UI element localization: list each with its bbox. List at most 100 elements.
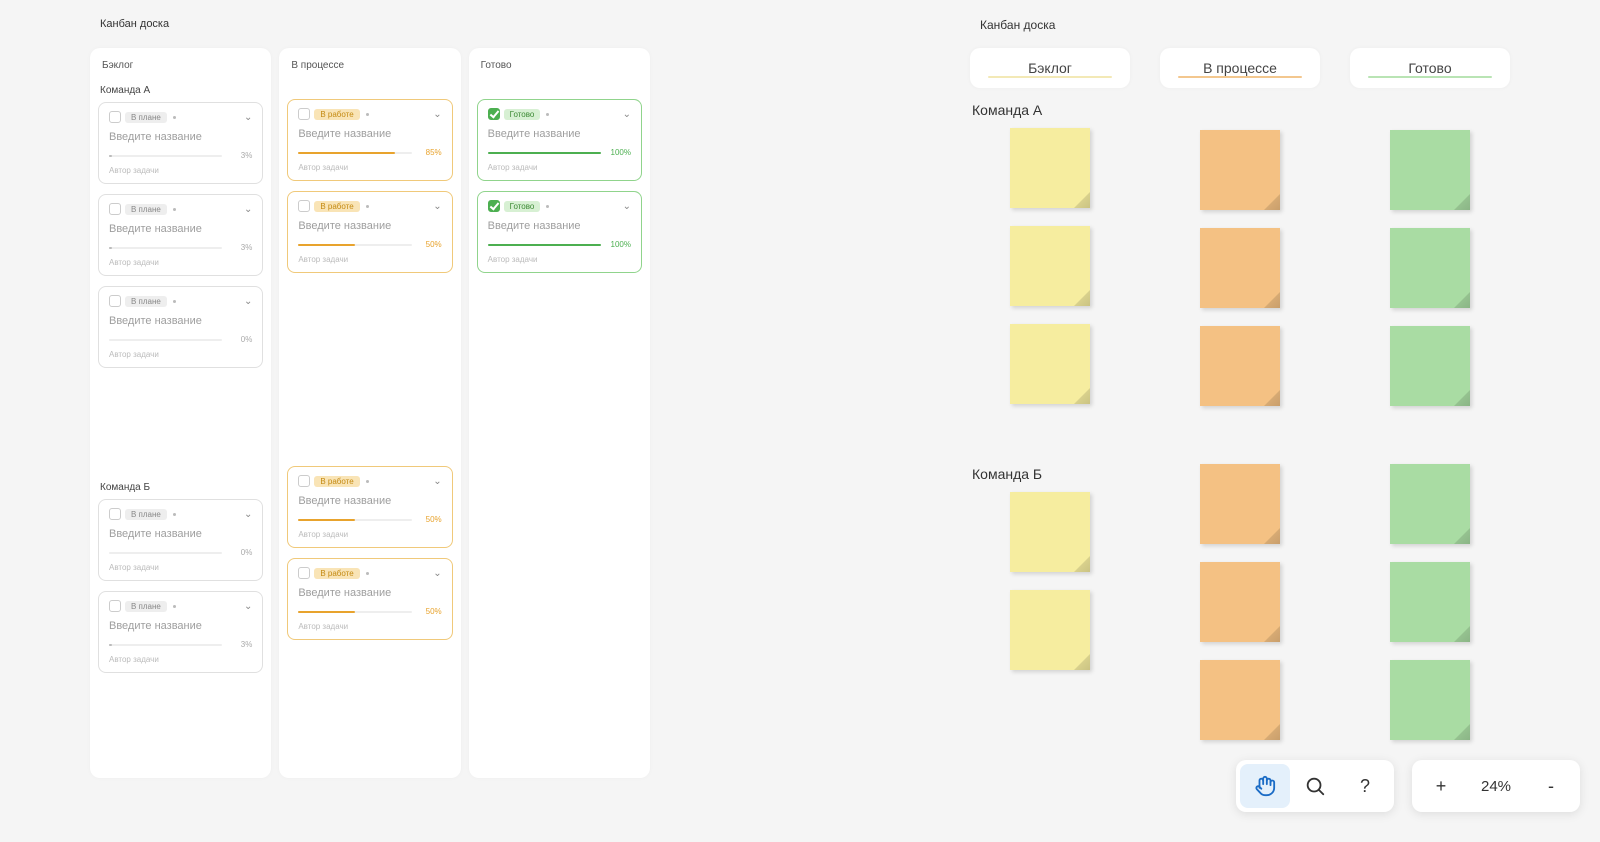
- progress-bar[interactable]: [109, 247, 222, 249]
- card-title-input[interactable]: Введите название: [298, 220, 441, 232]
- sticky-note[interactable]: [1010, 492, 1090, 572]
- card-title-input[interactable]: Введите название: [488, 220, 631, 232]
- sticky-note[interactable]: [1390, 228, 1470, 308]
- task-checkbox[interactable]: [109, 508, 121, 520]
- status-chip[interactable]: Готово: [504, 201, 541, 212]
- zoom-in-button[interactable]: +: [1416, 764, 1466, 808]
- hand-icon: [1254, 775, 1276, 797]
- sticky-column-done[interactable]: Готово: [1350, 48, 1510, 758]
- chevron-down-icon[interactable]: ⌄: [433, 201, 441, 212]
- chevron-down-icon[interactable]: ⌄: [244, 112, 252, 123]
- sticky-note[interactable]: [1200, 562, 1280, 642]
- status-chip[interactable]: В плане: [125, 112, 167, 123]
- chevron-down-icon[interactable]: ⌄: [433, 109, 441, 120]
- task-card[interactable]: В плане⌄Введите название0%Автор задачи: [98, 286, 263, 368]
- card-title-input[interactable]: Введите название: [109, 315, 252, 327]
- task-card[interactable]: В работе⌄Введите название50%Автор задачи: [287, 558, 452, 640]
- progress-bar[interactable]: [298, 152, 411, 154]
- chevron-down-icon[interactable]: ⌄: [623, 201, 631, 212]
- task-card[interactable]: В плане⌄Введите название3%Автор задачи: [98, 102, 263, 184]
- progress-bar[interactable]: [109, 155, 222, 157]
- zoom-value[interactable]: 24%: [1466, 778, 1526, 795]
- chevron-down-icon[interactable]: ⌄: [244, 204, 252, 215]
- task-checkbox[interactable]: [488, 200, 500, 212]
- chevron-down-icon[interactable]: ⌄: [244, 509, 252, 520]
- sticky-note[interactable]: [1390, 660, 1470, 740]
- sticky-note[interactable]: [1200, 228, 1280, 308]
- card-title-input[interactable]: Введите название: [109, 620, 252, 632]
- column-backlog[interactable]: БэклогКоманда АВ плане⌄Введите название3…: [90, 48, 271, 778]
- task-card[interactable]: Готово⌄Введите название100%Автор задачи: [477, 191, 642, 273]
- column-progress[interactable]: В процессеВ работе⌄Введите название85%Ав…: [279, 48, 460, 778]
- progress-bar[interactable]: [488, 152, 601, 154]
- status-chip[interactable]: В плане: [125, 296, 167, 307]
- card-title-input[interactable]: Введите название: [488, 128, 631, 140]
- column-done[interactable]: ГотовоГотово⌄Введите название100%Автор з…: [469, 48, 650, 778]
- task-checkbox[interactable]: [109, 203, 121, 215]
- sticky-note[interactable]: [1010, 324, 1090, 404]
- task-card[interactable]: В плане⌄Введите название0%Автор задачи: [98, 499, 263, 581]
- card-title-input[interactable]: Введите название: [109, 131, 252, 143]
- progress-row: 100%: [488, 240, 631, 249]
- status-chip[interactable]: В плане: [125, 204, 167, 215]
- status-chip[interactable]: В плане: [125, 601, 167, 612]
- task-card[interactable]: В работе⌄Введите название85%Автор задачи: [287, 99, 452, 181]
- chevron-down-icon[interactable]: ⌄: [244, 296, 252, 307]
- search-button[interactable]: [1290, 764, 1340, 808]
- task-checkbox[interactable]: [298, 200, 310, 212]
- sticky-note[interactable]: [1390, 326, 1470, 406]
- task-checkbox[interactable]: [298, 475, 310, 487]
- group-label: Команда А: [972, 102, 1130, 118]
- progress-bar[interactable]: [298, 244, 411, 246]
- status-chip[interactable]: В работе: [314, 201, 359, 212]
- chevron-down-icon[interactable]: ⌄: [244, 601, 252, 612]
- column-header: Готово: [1350, 48, 1510, 88]
- hand-tool-button[interactable]: [1240, 764, 1290, 808]
- sticky-column-backlog[interactable]: БэклогКоманда АКоманда Б: [970, 48, 1130, 758]
- sticky-note[interactable]: [1010, 590, 1090, 670]
- progress-bar[interactable]: [298, 611, 411, 613]
- sticky-note[interactable]: [1390, 562, 1470, 642]
- sticky-note[interactable]: [1390, 130, 1470, 210]
- task-card[interactable]: В работе⌄Введите название50%Автор задачи: [287, 191, 452, 273]
- chevron-down-icon[interactable]: ⌄: [623, 109, 631, 120]
- sticky-note[interactable]: [1200, 464, 1280, 544]
- progress-bar[interactable]: [109, 644, 222, 646]
- task-checkbox[interactable]: [109, 111, 121, 123]
- help-button[interactable]: ?: [1340, 764, 1390, 808]
- status-chip[interactable]: Готово: [504, 109, 541, 120]
- card-title-input[interactable]: Введите название: [109, 223, 252, 235]
- sticky-column-progress[interactable]: В процессе: [1160, 48, 1320, 758]
- sticky-note[interactable]: [1200, 660, 1280, 740]
- sticky-note[interactable]: [1390, 464, 1470, 544]
- status-chip[interactable]: В плане: [125, 509, 167, 520]
- status-chip[interactable]: В работе: [314, 476, 359, 487]
- card-title-input[interactable]: Введите название: [298, 128, 441, 140]
- status-chip[interactable]: В работе: [314, 568, 359, 579]
- task-card[interactable]: В плане⌄Введите название3%Автор задачи: [98, 591, 263, 673]
- progress-bar[interactable]: [298, 519, 411, 521]
- progress-bar[interactable]: [109, 339, 222, 341]
- status-chip[interactable]: В работе: [314, 109, 359, 120]
- task-checkbox[interactable]: [488, 108, 500, 120]
- card-title-input[interactable]: Введите название: [109, 528, 252, 540]
- chevron-down-icon[interactable]: ⌄: [433, 568, 441, 579]
- task-checkbox[interactable]: [109, 295, 121, 307]
- sticky-note[interactable]: [1200, 326, 1280, 406]
- sticky-note[interactable]: [1010, 226, 1090, 306]
- task-card[interactable]: Готово⌄Введите название100%Автор задачи: [477, 99, 642, 181]
- tool-group-zoom: + 24% -: [1412, 760, 1580, 812]
- chevron-down-icon[interactable]: ⌄: [433, 476, 441, 487]
- zoom-out-button[interactable]: -: [1526, 764, 1576, 808]
- card-title-input[interactable]: Введите название: [298, 495, 441, 507]
- sticky-note[interactable]: [1200, 130, 1280, 210]
- sticky-note[interactable]: [1010, 128, 1090, 208]
- progress-bar[interactable]: [109, 552, 222, 554]
- task-checkbox[interactable]: [298, 567, 310, 579]
- card-title-input[interactable]: Введите название: [298, 587, 441, 599]
- task-card[interactable]: В работе⌄Введите название50%Автор задачи: [287, 466, 452, 548]
- task-checkbox[interactable]: [109, 600, 121, 612]
- task-checkbox[interactable]: [298, 108, 310, 120]
- task-card[interactable]: В плане⌄Введите название3%Автор задачи: [98, 194, 263, 276]
- progress-bar[interactable]: [488, 244, 601, 246]
